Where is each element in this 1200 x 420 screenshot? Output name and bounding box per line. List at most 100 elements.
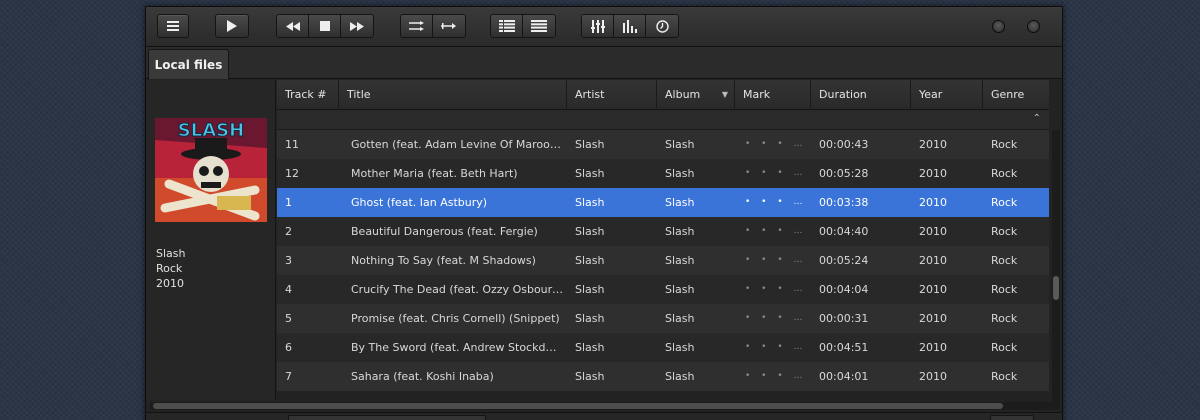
album-cover-image: SLASH — [155, 118, 267, 222]
table-row[interactable]: 3 Nothing To Say (feat. M Shadows) Slash Sl… — [277, 246, 1049, 275]
table-row[interactable]: 1 Ghost (feat. Ian Astbury) Slash Slash • • … — [277, 188, 1049, 217]
play-icon[interactable] — [215, 14, 249, 38]
column-header-year[interactable]: Year — [911, 80, 983, 110]
cell-genre: Rock — [991, 283, 1018, 296]
cell-album: Slash — [665, 341, 695, 354]
cell-duration: 00:04:04 — [819, 283, 869, 296]
cell-genre: Rock — [991, 196, 1018, 209]
cell-mark[interactable]: • • • • • — [745, 333, 809, 362]
cell-year: 2010 — [919, 283, 947, 296]
clock-icon[interactable] — [646, 15, 678, 37]
stop-icon[interactable] — [309, 15, 341, 37]
cell-genre: Rock — [991, 167, 1018, 180]
repeat-icon[interactable] — [433, 15, 465, 37]
cell-album: Slash — [665, 138, 695, 151]
cell-duration: 00:04:40 — [819, 225, 869, 238]
cell-mark[interactable]: • • • • • — [745, 275, 809, 304]
cell-duration: 00:05:28 — [819, 167, 869, 180]
status-indicator — [990, 415, 1034, 420]
cell-track: 5 — [285, 312, 292, 325]
cell-artist: Slash — [575, 254, 605, 267]
compact-list-icon[interactable] — [523, 15, 555, 37]
cell-artist: Slash — [575, 225, 605, 238]
column-header-mark[interactable]: Mark — [735, 80, 811, 110]
group-bar: ⌃ — [277, 110, 1049, 130]
cell-duration: 00:04:51 — [819, 341, 869, 354]
close-button[interactable] — [1027, 20, 1040, 33]
cell-artist: Slash — [575, 138, 605, 151]
shuffle-icon[interactable] — [401, 15, 433, 37]
fast-forward-icon[interactable] — [341, 15, 373, 37]
cell-title: By The Sword (feat. Andrew Stockdale ... — [351, 341, 563, 354]
cell-album: Slash — [665, 196, 695, 209]
column-header-title[interactable]: Title — [339, 80, 567, 110]
track-table: Track # Title Artist Album ▼ Mark Durati… — [277, 80, 1049, 402]
cell-title: Gotten (feat. Adam Levine Of Maroon5)... — [351, 138, 563, 151]
table-row[interactable]: 5 Promise (feat. Chris Cornell) (Snippet)… — [277, 304, 1049, 333]
column-header-artist[interactable]: Artist — [567, 80, 657, 110]
cell-title: Mother Maria (feat. Beth Hart) — [351, 167, 518, 180]
transport-group — [276, 14, 374, 38]
collapse-chevron-up-icon[interactable]: ⌃ — [1033, 113, 1041, 124]
status-bar — [146, 412, 1062, 420]
album-info-panel: SLASH Slash Rock 2010 — [146, 80, 276, 400]
column-header-album-label: Album — [665, 88, 701, 101]
table-row[interactable]: 11 Gotten (feat. Adam Levine Of Maroon5).… — [277, 130, 1049, 159]
svg-text:SLASH: SLASH — [178, 120, 244, 141]
cell-mark[interactable]: • • • • • — [745, 362, 809, 391]
view-mode-group — [490, 14, 556, 38]
cell-genre: Rock — [991, 225, 1018, 238]
player-window: Local files SLASH Slash Rock 2010 Track … — [145, 6, 1063, 420]
album-genre: Rock — [156, 262, 183, 275]
column-header-genre[interactable]: Genre — [983, 80, 1049, 110]
status-field — [288, 415, 486, 420]
equalizer-icon[interactable] — [582, 15, 614, 37]
cell-duration: 00:00:43 — [819, 138, 869, 151]
table-row[interactable]: 12 Mother Maria (feat. Beth Hart) Slash Sla… — [277, 159, 1049, 188]
cell-year: 2010 — [919, 370, 947, 383]
column-header-album[interactable]: Album ▼ — [657, 80, 735, 110]
cell-year: 2010 — [919, 167, 947, 180]
cell-duration: 00:03:38 — [819, 196, 869, 209]
cell-mark[interactable]: • • • • • — [745, 246, 809, 275]
list-view-icon[interactable] — [491, 15, 523, 37]
table-row[interactable]: 7 Sahara (feat. Koshi Inaba) Slash Slash • •… — [277, 362, 1049, 391]
cell-album: Slash — [665, 225, 695, 238]
cell-title: Promise (feat. Chris Cornell) (Snippet) — [351, 312, 560, 325]
album-artist: Slash — [156, 247, 186, 260]
column-header-duration[interactable]: Duration — [811, 80, 911, 110]
table-row[interactable]: 6 By The Sword (feat. Andrew Stockdale ..… — [277, 333, 1049, 362]
hamburger-menu-icon[interactable] — [157, 14, 189, 38]
playback-mode-group — [400, 14, 466, 38]
tab-bar: Local files — [146, 47, 1062, 79]
cell-year: 2010 — [919, 196, 947, 209]
horizontal-scroll-thumb[interactable] — [153, 403, 1003, 409]
cell-mark[interactable]: • • • • • — [745, 217, 809, 246]
cell-year: 2010 — [919, 225, 947, 238]
cell-title: Nothing To Say (feat. M Shadows) — [351, 254, 536, 267]
cell-track: 12 — [285, 167, 299, 180]
spectrum-icon[interactable] — [614, 15, 646, 37]
toolbar — [146, 7, 1062, 47]
table-row[interactable]: 2 Beautiful Dangerous (feat. Fergie) Slash… — [277, 217, 1049, 246]
cell-title: Beautiful Dangerous (feat. Fergie) — [351, 225, 538, 238]
cell-mark[interactable]: • • • • • — [745, 304, 809, 333]
cell-mark[interactable]: • • • • • — [745, 159, 809, 188]
table-row[interactable]: 4 Crucify The Dead (feat. Ozzy Osbourne) S… — [277, 275, 1049, 304]
cell-mark[interactable]: • • • • • — [745, 188, 809, 217]
rewind-icon[interactable] — [277, 15, 309, 37]
column-header-track[interactable]: Track # — [277, 80, 339, 110]
tab-local-files[interactable]: Local files — [148, 49, 229, 79]
cell-year: 2010 — [919, 312, 947, 325]
vertical-scrollbar[interactable] — [1052, 130, 1060, 402]
cell-mark[interactable]: • • • • • — [745, 130, 809, 159]
sort-chevron-down-icon: ▼ — [721, 90, 728, 99]
minimize-button[interactable] — [992, 20, 1005, 33]
cell-duration: 00:00:31 — [819, 312, 869, 325]
album-details: Slash Rock 2010 — [156, 246, 185, 291]
cell-year: 2010 — [919, 138, 947, 151]
cell-artist: Slash — [575, 312, 605, 325]
horizontal-scrollbar[interactable] — [150, 402, 1060, 410]
vertical-scroll-thumb[interactable] — [1053, 276, 1059, 300]
cell-track: 6 — [285, 341, 292, 354]
